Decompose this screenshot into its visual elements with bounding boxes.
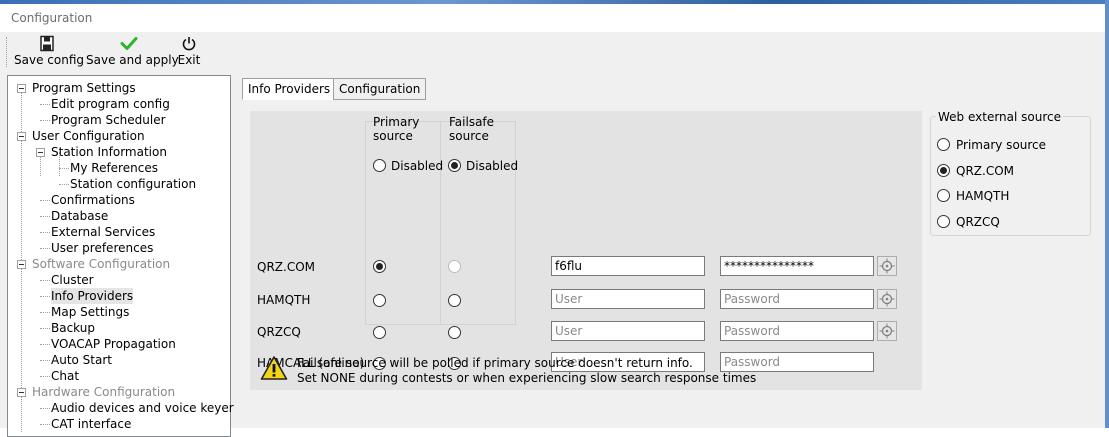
tree-item-cluster[interactable]: Cluster — [51, 272, 94, 288]
qrz-failsafe-radio[interactable] — [448, 260, 461, 273]
primary-disabled-label: Disabled — [391, 159, 444, 173]
web-source-qrz-label: QRZ.COM — [956, 164, 1014, 178]
qrz-user-input[interactable]: f6flu — [551, 256, 705, 276]
failsafe-disabled-radio[interactable] — [448, 159, 461, 172]
warning-icon — [260, 356, 288, 380]
toolbar-grip[interactable] — [6, 37, 8, 67]
tree-item-auto-start[interactable]: Auto Start — [51, 352, 112, 368]
tree-item-database[interactable]: Database — [51, 208, 108, 224]
failsafe-note-line2: Set NONE during contests or when experie… — [297, 371, 757, 385]
tree-item-info-providers[interactable]: Info Providers — [51, 288, 134, 304]
tab-info-providers[interactable]: Info Providers — [242, 78, 337, 100]
tree-item-backup[interactable]: Backup — [51, 320, 95, 336]
hamqth-password-input[interactable]: Password — [720, 289, 874, 309]
window-right-edge — [1105, 0, 1109, 428]
web-source-hamqth-label: HAMQTH — [956, 189, 1010, 203]
floppy-icon — [40, 35, 54, 52]
tree-item-external-services[interactable]: External Services — [51, 224, 155, 240]
failsafe-note: Failsafe source will be polled if primar… — [297, 356, 756, 386]
failsafe-note-line1: Failsafe source will be polled if primar… — [297, 356, 693, 370]
provider-label-qrz: QRZ.COM — [257, 260, 315, 274]
tree-item-cat-interface[interactable]: CAT interface — [51, 416, 131, 432]
primary-source-header: Primary source — [373, 115, 420, 143]
hamqth-primary-radio[interactable] — [373, 294, 386, 307]
web-source-qrz-radio[interactable] — [937, 164, 950, 177]
tree-item-audio-devices[interactable]: Audio devices and voice keyer — [51, 400, 234, 416]
provider-label-hamqth: HAMQTH — [257, 293, 311, 307]
crosshair-icon — [879, 291, 895, 307]
primary-disabled-radio[interactable] — [373, 159, 386, 172]
save-config-button[interactable]: Save config — [14, 35, 84, 69]
crosshair-icon — [879, 323, 895, 339]
failsafe-disabled-label: Disabled — [466, 159, 519, 173]
qrzcq-failsafe-radio[interactable] — [448, 326, 461, 339]
tree-collapse-icon[interactable] — [17, 132, 26, 141]
save-and-apply-button[interactable]: Save and apply — [86, 35, 179, 69]
tree-collapse-icon[interactable] — [17, 260, 26, 269]
exit-label: Exit — [177, 53, 201, 67]
settings-tree[interactable]: Program Settings Edit program config Pro… — [7, 75, 234, 437]
tab-configuration[interactable]: Configuration — [333, 78, 427, 100]
qrzcq-test-button[interactable] — [877, 321, 897, 341]
qrzcq-user-input[interactable]: User — [551, 321, 705, 341]
checkmark-icon — [120, 37, 138, 50]
tree-item-user-configuration[interactable]: User Configuration — [32, 128, 145, 144]
web-source-primary-label: Primary source — [956, 138, 1047, 152]
tree-item-user-preferences[interactable]: User preferences — [51, 240, 153, 256]
qrzcq-primary-radio[interactable] — [373, 326, 386, 339]
tree-item-voacap-propagation[interactable]: VOACAP Propagation — [51, 336, 176, 352]
power-icon — [182, 37, 196, 51]
hamqth-failsafe-radio[interactable] — [448, 294, 461, 307]
save-and-apply-label: Save and apply — [86, 53, 179, 67]
crosshair-icon — [879, 258, 895, 274]
tree-item-software-configuration[interactable]: Software Configuration — [32, 256, 170, 272]
tree-item-confirmations[interactable]: Confirmations — [51, 192, 135, 208]
tree-collapse-icon[interactable] — [17, 388, 26, 397]
save-config-label: Save config — [14, 53, 84, 67]
qrz-primary-radio[interactable] — [373, 260, 386, 273]
tree-item-chat[interactable]: Chat — [51, 368, 79, 384]
qrzcq-password-input[interactable]: Password — [720, 321, 874, 341]
toolbar: Save config Save and apply Exit — [0, 32, 1105, 72]
tree-collapse-icon[interactable] — [17, 84, 26, 93]
qrz-password-input[interactable]: *************** — [720, 256, 874, 276]
web-external-source-title: Web external source — [936, 110, 1064, 124]
tree-item-my-references[interactable]: My References — [70, 160, 158, 176]
tree-item-station-configuration[interactable]: Station configuration — [70, 176, 196, 192]
failsafe-source-header: Failsafe source — [449, 115, 495, 143]
tree-item-program-settings[interactable]: Program Settings — [32, 80, 136, 96]
tree-item-map-settings[interactable]: Map Settings — [51, 304, 129, 320]
web-source-primary-radio[interactable] — [937, 138, 950, 151]
tree-item-program-scheduler[interactable]: Program Scheduler — [51, 112, 166, 128]
tree-item-edit-program-config[interactable]: Edit program config — [51, 96, 170, 112]
tree-item-station-information[interactable]: Station Information — [51, 144, 167, 160]
web-source-qrzcq-label: QRZCQ — [956, 215, 1000, 229]
qrz-test-button[interactable] — [877, 256, 897, 276]
tree-item-hardware-configuration[interactable]: Hardware Configuration — [32, 384, 175, 400]
hamqth-test-button[interactable] — [877, 289, 897, 309]
web-source-hamqth-radio[interactable] — [937, 189, 950, 202]
main-area: Program Settings Edit program config Pro… — [0, 72, 1105, 437]
title-bar: Configuration — [0, 4, 1109, 32]
tree-collapse-icon[interactable] — [36, 148, 45, 157]
provider-label-qrzcq: QRZCQ — [257, 325, 301, 339]
web-source-qrzcq-radio[interactable] — [937, 215, 950, 228]
window-title: Configuration — [11, 11, 93, 25]
info-providers-panel: Primary source Failsafe source Disabled … — [250, 111, 922, 390]
exit-button[interactable]: Exit — [176, 35, 202, 69]
hamqth-user-input[interactable]: User — [551, 289, 705, 309]
